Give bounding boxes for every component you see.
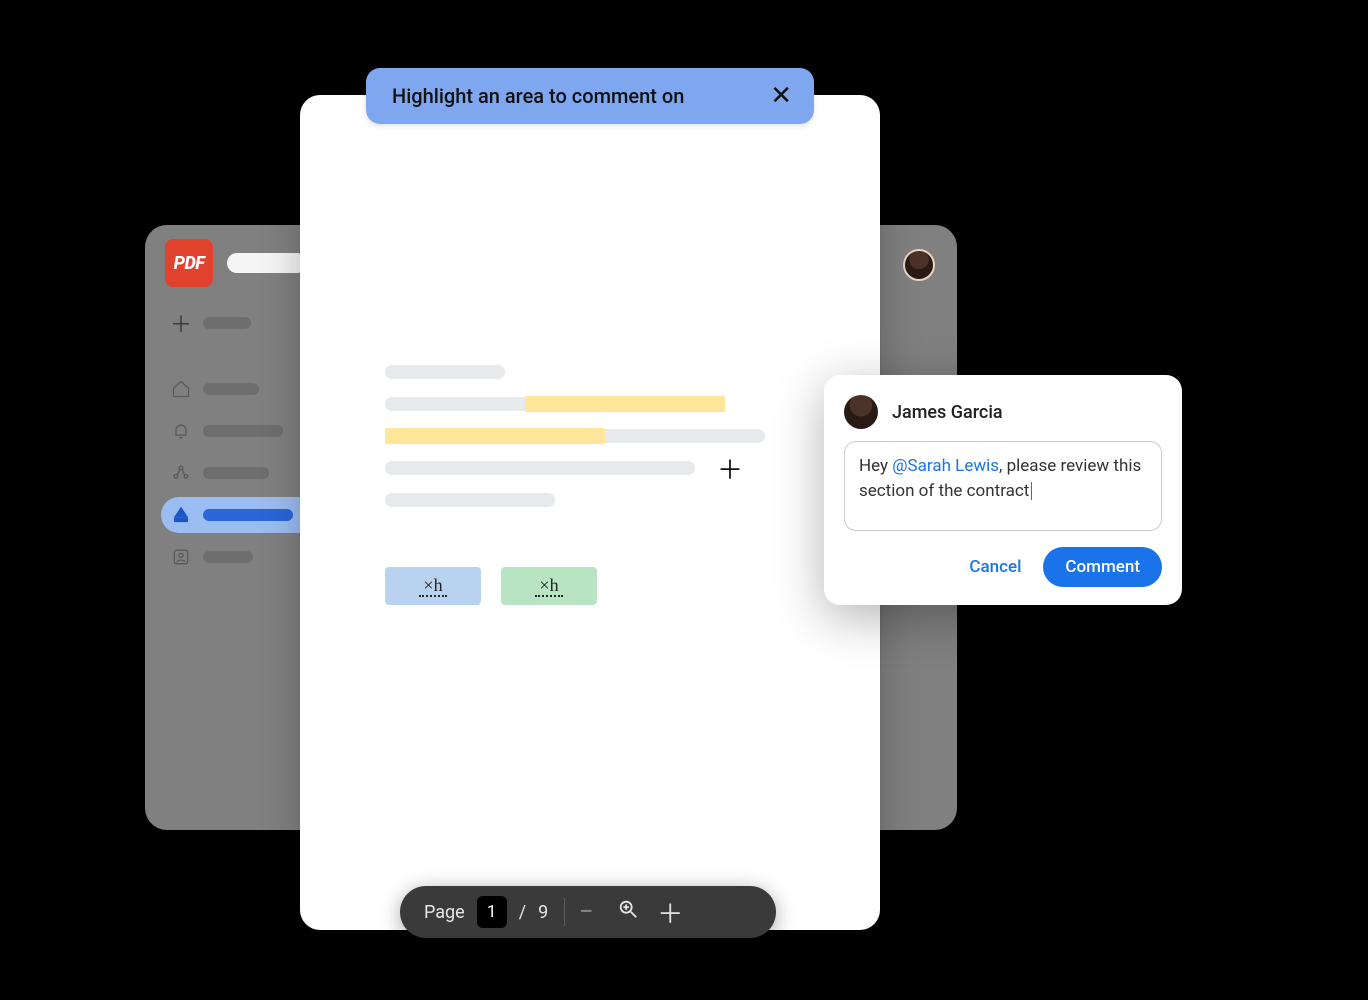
pdf-logo: PDF [165,239,213,287]
signature-field-1[interactable]: ×h [385,567,481,605]
plus-icon: ＋ [171,313,191,333]
signature-glyph: ×h [419,576,446,597]
bell-icon [171,421,191,441]
drive-icon [171,505,191,525]
current-page-input[interactable]: 1 [477,896,507,928]
mention[interactable]: @Sarah Lewis [892,456,999,476]
page-label: Page [424,902,465,923]
comment-button[interactable]: Comment [1043,547,1162,587]
home-icon [171,379,191,399]
minus-icon: − [579,897,594,927]
signature-field-2[interactable]: ×h [501,567,597,605]
page-toolbar: Page 1 / 9 − ＋ [400,886,776,938]
total-pages: 9 [538,902,548,923]
instruction-banner: Highlight an area to comment on ✕ [366,68,814,124]
comment-input[interactable]: Hey @Sarah Lewis, please review this sec… [844,441,1162,531]
contacts-icon [171,547,191,567]
share-icon [171,463,191,483]
search-input[interactable] [227,253,307,273]
banner-text: Highlight an area to comment on [392,84,684,108]
page-separator: / [519,902,526,923]
cancel-button[interactable]: Cancel [969,557,1021,577]
text-caret [1031,482,1032,500]
comment-author: James Garcia [892,402,1003,423]
zoom-in-button[interactable]: ＋ [649,891,691,933]
document-page[interactable]: ＋ ×h ×h [300,95,880,930]
close-icon[interactable]: ✕ [770,83,792,109]
comment-text: Hey [859,456,892,476]
zoom-fit-button[interactable] [607,891,649,933]
document-body: ＋ ×h ×h [385,365,810,605]
crosshair-icon: ＋ [717,450,743,487]
signature-glyph: ×h [535,576,562,597]
zoom-out-button[interactable]: − [565,891,607,933]
avatar [844,395,878,429]
comment-popover: James Garcia Hey @Sarah Lewis, please re… [824,375,1182,605]
avatar[interactable] [903,249,935,281]
plus-icon: ＋ [657,894,683,931]
magnifier-icon [617,897,639,927]
